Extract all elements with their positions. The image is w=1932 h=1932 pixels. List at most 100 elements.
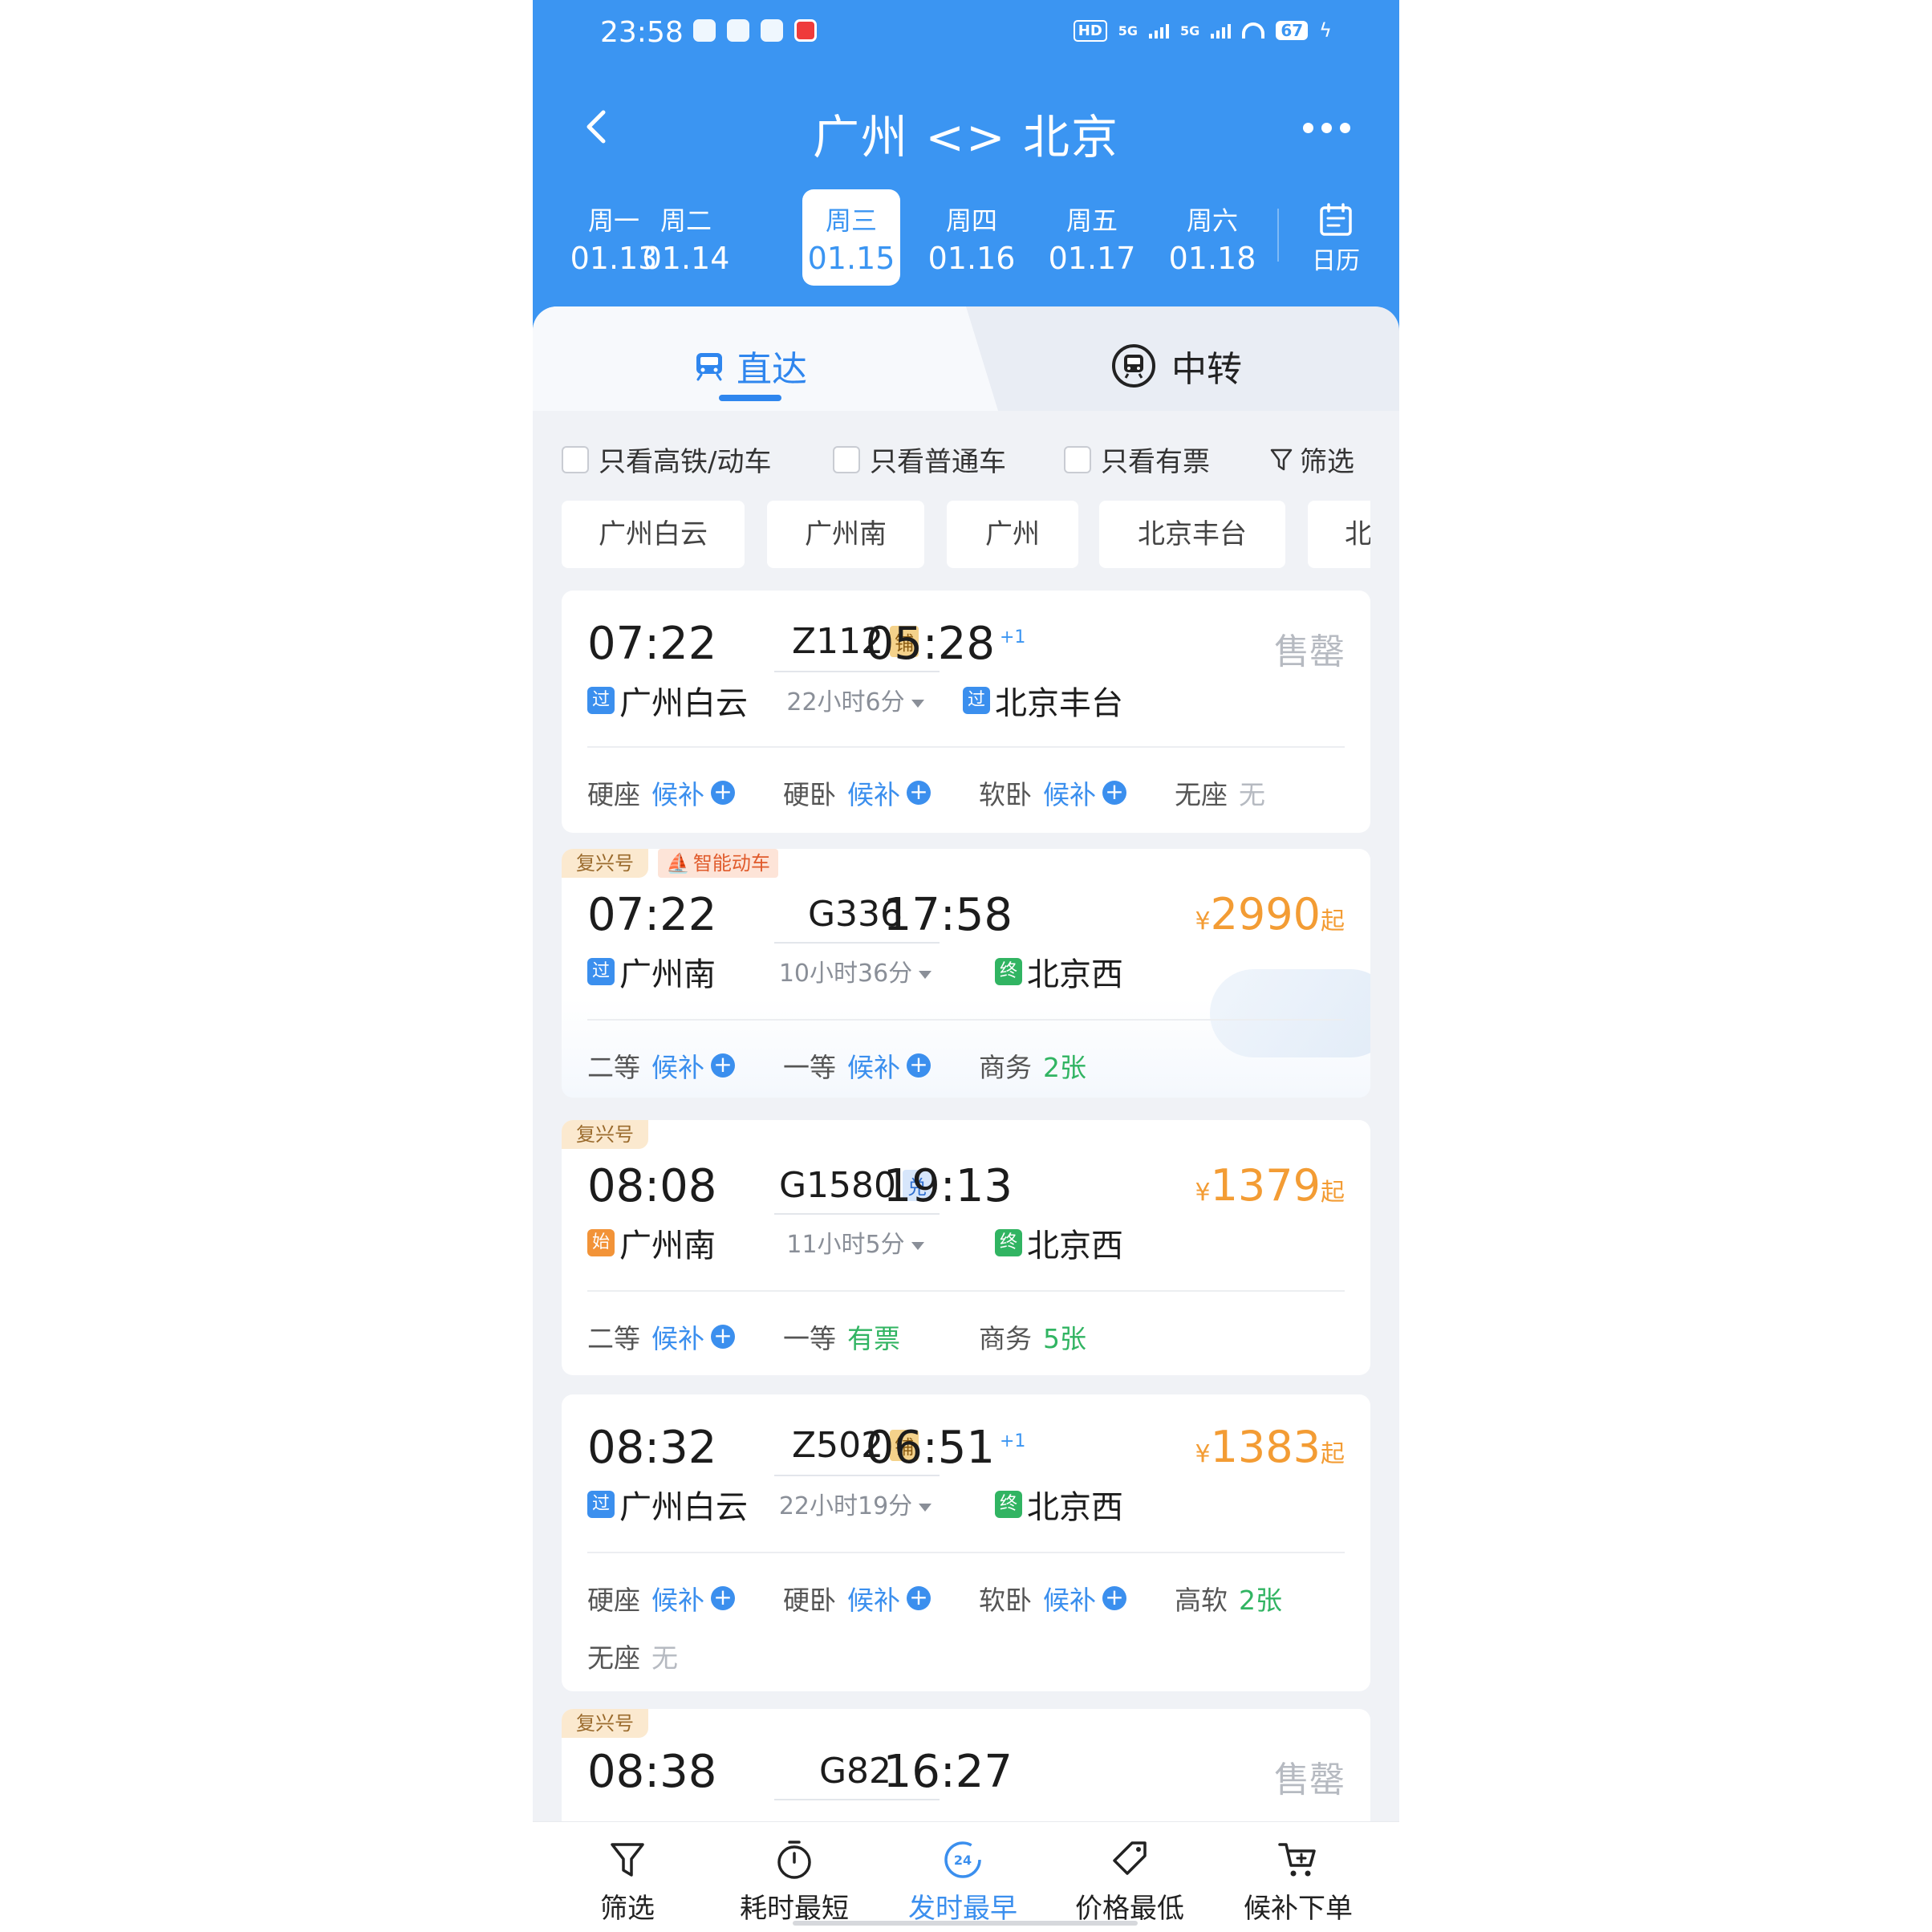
filter-button[interactable]: 筛选 [1269, 440, 1354, 479]
caret-down-icon [919, 970, 932, 979]
fuxing-badge: 复兴号 [562, 1709, 648, 1738]
card-divider [587, 1290, 1345, 1292]
station-chip-beijing-fengtai[interactable]: 北京丰台 [1099, 501, 1285, 568]
seat-business-class[interactable]: 商务 5张 [979, 1317, 1086, 1356]
next-day-mark: +1 [1000, 627, 1026, 647]
date-item-0116[interactable]: 周四 01.16 [923, 189, 1021, 286]
wechat-icon [693, 19, 716, 42]
date-item-0117[interactable]: 周五 01.17 [1043, 189, 1141, 286]
smart-emu-label: 智能动车 [692, 852, 770, 875]
train-card-g1580[interactable]: 复兴号 08:08 G1580 兑 19:13 ¥1379 起 始 广州南 11小… [562, 1120, 1370, 1375]
network-5g-2: 5G [1180, 22, 1200, 39]
seat-status: 候补 [847, 1585, 900, 1616]
price-tag-icon [1113, 1841, 1147, 1875]
sort-shortest-button[interactable]: 耗时最短 [730, 1838, 858, 1926]
waitlist-order-button[interactable]: 候补下单 [1234, 1838, 1362, 1926]
duration-toggle[interactable]: 22小时6分 [751, 682, 960, 717]
date-value: 01.14 [642, 241, 730, 276]
train-card-z502[interactable]: 08:32 Z502 铺 06:51 +1 ¥1383 起 过 广州白云 22小时… [562, 1394, 1370, 1691]
network-5g-1: 5G [1118, 22, 1138, 39]
departure-time: 07:22 [587, 618, 717, 670]
seat-name: 硬卧 [783, 779, 836, 810]
plus-circle-icon: + [907, 1586, 931, 1610]
station-chip-guangzhou-baiyun[interactable]: 广州白云 [562, 501, 745, 568]
departure-station-name: 广州白云 [619, 1489, 748, 1526]
price-value: 1379 [1210, 1160, 1321, 1211]
filter-label: 筛选 [1300, 446, 1354, 478]
departure-station-name: 广州南 [619, 1228, 716, 1264]
more-button[interactable] [1303, 116, 1359, 140]
seat-second-class[interactable]: 二等 候补 + [587, 1317, 735, 1356]
seat-hard-sleeper[interactable]: 硬卧 候补 + [783, 1579, 931, 1617]
date-item-0118[interactable]: 周六 01.18 [1163, 189, 1261, 286]
charging-icon: ϟ [1319, 19, 1332, 42]
duration-toggle[interactable]: 22小时19分 [751, 1486, 960, 1521]
checkbox-normal-train[interactable]: 只看普通车 [833, 440, 1006, 479]
plus-circle-icon: + [907, 1053, 931, 1078]
arrival-station-name: 北京丰台 [995, 685, 1123, 722]
sold-out-label: 售罄 [1274, 631, 1345, 672]
tab-underline [719, 395, 781, 401]
date-value: 01.17 [1048, 241, 1136, 276]
bottom-nav-label: 耗时最短 [740, 1893, 849, 1925]
tab-transfer[interactable]: 中转 [998, 306, 1399, 411]
seat-first-class[interactable]: 一等 候补 + [783, 1046, 931, 1085]
date-weekday: 周五 [1065, 205, 1118, 236]
home-indicator [793, 1921, 1138, 1926]
pass-tag: 过 [587, 1491, 615, 1518]
clock-24-icon: 24 [944, 1841, 981, 1878]
seat-second-class[interactable]: 二等 候补 + [587, 1046, 735, 1085]
train-card-g336[interactable]: 复兴号 ⛵ 智能动车 07:22 G336 17:58 ¥2990 起 过 广州南 … [562, 849, 1370, 1098]
battery-icon: 67 [1276, 21, 1309, 40]
date-item-0115-selected[interactable]: 周三 01.15 [802, 189, 900, 286]
arrival-time: 19:13 [883, 1160, 1013, 1212]
sort-lowest-price-button[interactable]: 价格最低 [1065, 1838, 1194, 1926]
signal-bars-icon [1149, 22, 1170, 39]
checkbox-available[interactable]: 只看有票 [1064, 440, 1210, 479]
seat-first-class[interactable]: 一等 有票 [783, 1317, 900, 1356]
date-item-0114[interactable]: 周二 01.14 [637, 189, 735, 286]
sort-filter-button[interactable]: 筛选 [563, 1838, 692, 1926]
calendar-button[interactable]: 日历 [1292, 202, 1380, 282]
seat-hard-seat[interactable]: 硬座 候补 + [587, 1579, 735, 1617]
seat-soft-sleeper[interactable]: 软卧 候补 + [979, 773, 1126, 812]
seat-soft-sleeper[interactable]: 软卧 候补 + [979, 1579, 1126, 1617]
seat-hard-seat[interactable]: 硬座 候补 + [587, 773, 735, 812]
seat-status: 候补 [847, 779, 900, 810]
seat-deluxe-soft-sleeper[interactable]: 高软 2张 [1175, 1579, 1282, 1617]
price-suffix: 起 [1321, 1179, 1345, 1207]
duration-toggle[interactable]: 10小时36分 [751, 953, 960, 988]
bottom-nav-label: 发时最早 [908, 1893, 1017, 1925]
seat-hard-sleeper[interactable]: 硬卧 候补 + [783, 773, 931, 812]
signal-bars-icon [1211, 22, 1232, 39]
departure-time: 08:32 [587, 1422, 717, 1474]
card-divider [587, 1552, 1345, 1553]
calendar-icon [1320, 203, 1352, 236]
duration-text: 10小时36分 [778, 960, 913, 988]
sold-out-label: 售罄 [1274, 1760, 1345, 1800]
duration-text: 11小时5分 [786, 1231, 905, 1259]
sort-earliest-button[interactable]: 24 发时最早 [899, 1838, 1027, 1926]
tab-direct-label: 直达 [737, 349, 807, 390]
station-chip-guangzhou[interactable]: 广州 [947, 501, 1078, 568]
checkbox-box [562, 445, 589, 473]
hd-badge: HD [1073, 19, 1107, 42]
seat-status: 候补 [651, 1052, 704, 1083]
station-chip-beijing-partial[interactable]: 北 [1308, 501, 1370, 568]
price: ¥1379 起 [1195, 1160, 1345, 1211]
seat-business-class[interactable]: 商务 2张 [979, 1046, 1086, 1085]
seat-name: 硬座 [587, 779, 640, 810]
price-symbol: ¥ [1195, 1179, 1211, 1207]
station-chip-guangzhou-nan[interactable]: 广州南 [767, 501, 924, 568]
checkbox-high-speed[interactable]: 只看高铁/动车 [562, 440, 771, 479]
train-card-z112[interactable]: 07:22 Z112 铺 05:28 +1 售罄 过 广州白云 22小时6分 过… [562, 591, 1370, 833]
duration-toggle[interactable]: 11小时5分 [751, 1224, 960, 1260]
arrival-time: 06:51 [865, 1422, 995, 1474]
seat-status: 无 [1239, 779, 1265, 810]
arrival-station-name: 北京西 [1027, 956, 1123, 993]
card-divider [587, 1019, 1345, 1021]
u-app-icon [761, 19, 783, 42]
tab-direct[interactable]: 直达 [533, 306, 998, 411]
seat-name: 商务 [979, 1323, 1032, 1354]
arrival-station: 过 北京丰台 [963, 677, 1123, 724]
